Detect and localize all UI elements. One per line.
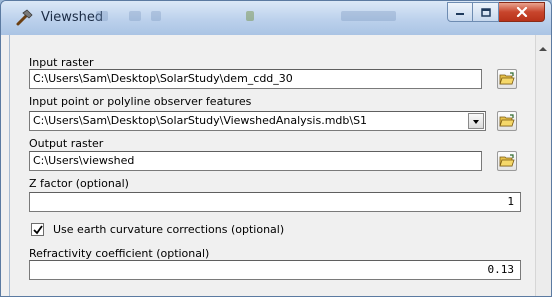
curvature-label[interactable]: Use earth curvature corrections (optiona… — [53, 223, 284, 236]
browse-observer-features-button[interactable] — [497, 111, 517, 131]
output-raster-label: Output raster — [29, 137, 104, 150]
blurred-background-icon — [341, 11, 396, 21]
title-bar[interactable]: Viewshed — [1, 1, 551, 35]
blurred-background-icon — [96, 11, 108, 21]
window-controls — [447, 2, 545, 24]
minimize-button[interactable] — [447, 2, 473, 22]
z-factor-field[interactable]: 1 — [29, 192, 521, 212]
observer-features-dropdown[interactable]: C:\Users\Sam\Desktop\SolarStudy\Viewshed… — [29, 111, 486, 131]
observer-features-label: Input point or polyline observer feature… — [29, 95, 252, 108]
observer-features-value: C:\Users\Sam\Desktop\SolarStudy\Viewshed… — [33, 114, 368, 127]
input-raster-field[interactable]: C:\Users\Sam\Desktop\SolarStudy\dem_cdd_… — [29, 69, 482, 89]
curvature-checkbox[interactable] — [31, 223, 44, 236]
scroll-up-arrow-icon[interactable] — [539, 47, 547, 51]
viewshed-window: Viewshed Input raster C:\Users\Sam\Deskt… — [0, 0, 552, 297]
open-folder-icon — [499, 154, 515, 167]
input-raster-label: Input raster — [29, 56, 94, 69]
open-folder-icon — [499, 114, 515, 127]
close-icon — [516, 7, 527, 17]
z-factor-label: Z factor (optional) — [29, 177, 129, 190]
blurred-background-icon — [151, 11, 161, 21]
blurred-background-icon — [129, 11, 141, 21]
chevron-down-icon[interactable] — [468, 113, 484, 129]
output-raster-field[interactable]: C:\Users\viewshed — [29, 151, 482, 171]
browse-input-raster-button[interactable] — [497, 69, 517, 89]
window-title: Viewshed — [41, 10, 104, 25]
checkmark-icon — [33, 225, 43, 235]
refractivity-label: Refractivity coefficient (optional) — [29, 247, 210, 260]
maximize-button[interactable] — [473, 2, 499, 22]
browse-output-raster-button[interactable] — [497, 151, 517, 171]
maximize-icon — [480, 7, 491, 17]
blurred-background-icon — [246, 11, 254, 21]
refractivity-field[interactable]: 0.13 — [29, 260, 521, 280]
vertical-scrollbar[interactable] — [535, 35, 551, 296]
minimize-icon — [456, 13, 464, 15]
hammer-icon — [16, 9, 33, 26]
close-button[interactable] — [499, 2, 545, 22]
open-folder-icon — [499, 72, 515, 85]
